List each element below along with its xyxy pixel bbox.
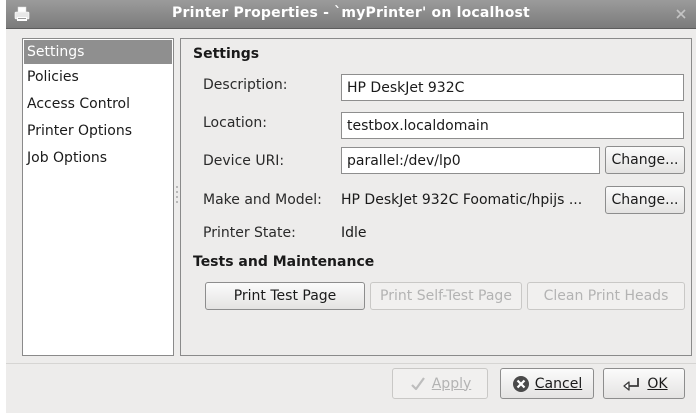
device-uri-label: Device URI: xyxy=(203,153,285,169)
sidebar-item-policies[interactable]: Policies xyxy=(23,64,173,91)
tests-maintenance-heading: Tests and Maintenance xyxy=(193,254,375,270)
make-model-value: HP DeskJet 932C Foomatic/hpijs ... xyxy=(341,192,583,208)
cancel-button[interactable]: Cancel xyxy=(500,368,594,399)
location-field[interactable] xyxy=(341,112,684,139)
device-uri-change-button[interactable]: Change... xyxy=(605,146,685,174)
sidebar: Settings Policies Access Control Printer… xyxy=(22,38,174,356)
location-label: Location: xyxy=(203,115,267,131)
close-icon[interactable] xyxy=(674,7,688,21)
apply-button[interactable]: Apply xyxy=(392,368,488,399)
cancel-icon xyxy=(512,375,529,392)
clean-print-heads-button[interactable]: Clean Print Heads xyxy=(527,282,685,310)
footer-divider xyxy=(6,363,696,364)
sidebar-item-printer-options[interactable]: Printer Options xyxy=(23,117,173,145)
window-title: Printer Properties - `myPrinter' on loca… xyxy=(172,5,530,21)
make-model-label: Make and Model: xyxy=(203,192,322,208)
apply-label: Apply xyxy=(431,375,472,392)
settings-panel: Settings Description: Location: Device U… xyxy=(180,38,692,356)
sidebar-item-settings[interactable]: Settings xyxy=(24,40,172,64)
ok-button[interactable]: OK xyxy=(603,368,685,399)
print-test-page-button[interactable]: Print Test Page xyxy=(205,282,365,310)
printer-state-value: Idle xyxy=(341,225,367,241)
description-field[interactable] xyxy=(341,74,684,101)
checkmark-icon xyxy=(410,376,425,390)
sidebar-item-access-control[interactable]: Access Control xyxy=(23,90,173,118)
description-label: Description: xyxy=(203,77,288,93)
sidebar-item-job-options[interactable]: Job Options xyxy=(23,144,173,172)
enter-arrow-icon xyxy=(623,377,640,391)
printer-state-label: Printer State: xyxy=(203,225,296,241)
printer-properties-window: Printer Properties - `myPrinter' on loca… xyxy=(6,0,696,413)
settings-heading: Settings xyxy=(193,46,260,62)
make-model-change-button[interactable]: Change... xyxy=(605,186,685,214)
device-uri-field[interactable] xyxy=(341,147,600,174)
ok-label: OK xyxy=(647,375,668,392)
title-bar[interactable]: Printer Properties - `myPrinter' on loca… xyxy=(6,0,696,29)
print-self-test-page-button[interactable]: Print Self-Test Page xyxy=(370,282,522,310)
cancel-label: Cancel xyxy=(534,375,583,392)
